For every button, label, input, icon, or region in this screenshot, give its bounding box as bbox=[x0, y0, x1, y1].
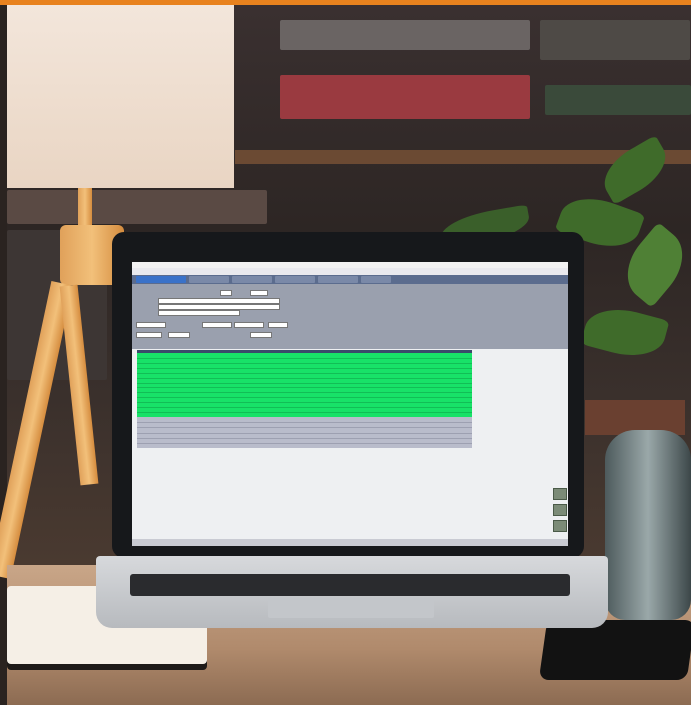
laptop-keyboard bbox=[130, 574, 570, 596]
form-field[interactable] bbox=[202, 322, 232, 328]
form-field[interactable] bbox=[158, 310, 240, 316]
form-field[interactable] bbox=[250, 332, 272, 338]
side-action-button[interactable] bbox=[553, 488, 567, 500]
grid-row-line bbox=[137, 382, 472, 384]
book bbox=[545, 85, 691, 115]
grid-row-line bbox=[137, 397, 472, 399]
app-window bbox=[132, 262, 568, 546]
menu-bar bbox=[132, 268, 568, 275]
tab[interactable] bbox=[361, 276, 391, 283]
grid-row-line bbox=[137, 367, 472, 369]
book bbox=[7, 190, 267, 224]
grid-row-line bbox=[137, 422, 472, 424]
laptop-trackpad bbox=[268, 598, 434, 618]
form-field[interactable] bbox=[250, 290, 268, 296]
form-field[interactable] bbox=[136, 322, 166, 328]
side-action-button[interactable] bbox=[553, 504, 567, 516]
form-field[interactable] bbox=[168, 332, 190, 338]
tab[interactable] bbox=[136, 276, 186, 283]
grid-normal-rows[interactable] bbox=[137, 417, 472, 448]
grid-row-line bbox=[137, 357, 472, 359]
form-field[interactable] bbox=[234, 322, 264, 328]
form-area bbox=[132, 284, 568, 349]
grid-row-line bbox=[137, 432, 472, 434]
grid-row-line bbox=[137, 372, 472, 374]
form-field[interactable] bbox=[268, 322, 288, 328]
book bbox=[280, 20, 530, 50]
status-bar bbox=[132, 539, 568, 546]
grid-row-line bbox=[137, 392, 472, 394]
lamp-shade bbox=[7, 5, 234, 188]
grid-row-line bbox=[137, 402, 472, 404]
tab[interactable] bbox=[275, 276, 315, 283]
data-grid bbox=[137, 350, 472, 448]
tab-bar bbox=[132, 275, 568, 284]
grid-row-line bbox=[137, 387, 472, 389]
lamp-arm bbox=[78, 188, 92, 228]
grid-highlighted-rows[interactable] bbox=[137, 353, 472, 417]
tab[interactable] bbox=[189, 276, 229, 283]
grid-row-line bbox=[137, 427, 472, 429]
tab[interactable] bbox=[318, 276, 358, 283]
form-field[interactable] bbox=[136, 332, 162, 338]
grid-row-line bbox=[137, 377, 472, 379]
side-action-button[interactable] bbox=[553, 520, 567, 532]
grid-row-line bbox=[137, 442, 472, 444]
grid-row-line bbox=[137, 437, 472, 439]
grid-row-line bbox=[137, 362, 472, 364]
glass-jar bbox=[605, 430, 691, 620]
form-field[interactable] bbox=[220, 290, 232, 296]
smartphone bbox=[538, 620, 691, 680]
book bbox=[540, 20, 690, 60]
book bbox=[280, 75, 530, 119]
grid-row-line bbox=[137, 407, 472, 409]
tab[interactable] bbox=[232, 276, 272, 283]
grid-row-line bbox=[137, 412, 472, 414]
